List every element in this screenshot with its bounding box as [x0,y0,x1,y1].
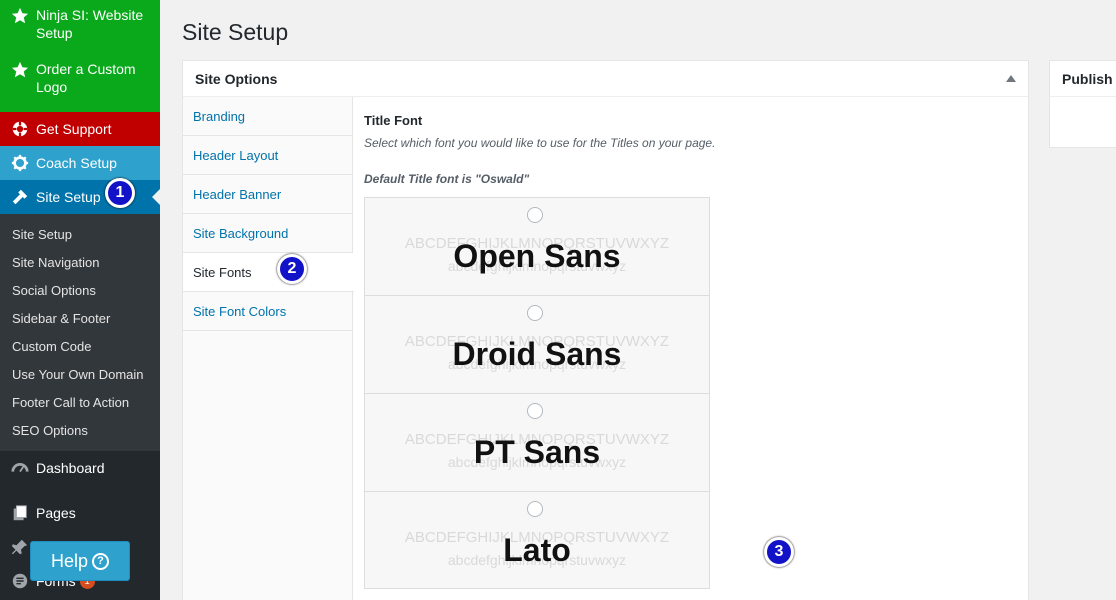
submenu-footer-call-to-action[interactable]: Footer Call to Action [0,389,160,417]
font-name: Droid Sans [452,336,622,372]
star-icon [10,6,30,26]
lifebuoy-icon [10,119,30,139]
tab-site-background[interactable]: Site Background [183,214,352,253]
submenu-site-navigation[interactable]: Site Navigation [0,249,160,277]
field-default-note: Default Title font is "Oswald" [364,172,530,186]
help-label: Help [50,550,89,571]
font-radio[interactable] [527,403,543,419]
submenu-seo-options[interactable]: SEO Options [0,417,160,445]
font-option-pt-sans[interactable]: ABCDEFGHIJKLMNOPQRSTUVWXYZ abcdefghijklm… [364,393,710,491]
options-tabs: Branding Header Layout Header Banner Sit… [183,97,354,600]
help-button[interactable]: Help ? [30,541,130,581]
field-title: Title Font [364,113,423,128]
submenu-custom-code[interactable]: Custom Code [0,333,160,361]
pages-icon [10,503,30,523]
menu-order-custom-logo[interactable]: Order a Custom Logo [0,52,160,112]
font-name: Lato [503,532,571,568]
page-title: Site Setup [182,19,289,45]
menu-pages[interactable]: Pages [0,496,160,530]
panel-title: Site Options [195,70,278,87]
tab-site-font-colors[interactable]: Site Font Colors [183,292,352,331]
submenu-use-your-own-domain[interactable]: Use Your Own Domain [0,361,160,389]
callout-1: 1 [105,178,135,208]
tab-content: Title Font Select which font you would l… [364,97,1028,589]
menu-dashboard[interactable]: Dashboard [0,451,160,485]
publish-header[interactable]: Publish [1050,61,1116,97]
publish-box: Publish [1049,60,1116,148]
tab-site-fonts[interactable]: Site Fonts [183,253,354,292]
menu-label: Dashboard [36,460,105,476]
menu-site-setup[interactable]: Site Setup [0,180,160,214]
tab-header-layout[interactable]: Header Layout [183,136,352,175]
font-name: PT Sans [473,434,601,470]
forms-icon [10,571,30,591]
menu-label: Ninja SI: Website Setup [36,7,144,41]
admin-sidebar: Ninja SI: Website Setup Order a Custom L… [0,0,160,600]
dashboard-icon [10,458,30,478]
tab-header-banner[interactable]: Header Banner [183,175,352,214]
font-radio[interactable] [527,207,543,223]
submenu-site-setup[interactable]: Site Setup [0,221,160,249]
font-option-open-sans[interactable]: ABCDEFGHIJKLMNOPQRSTUVWXYZ abcdefghijklm… [364,197,710,295]
pin-icon [10,537,30,557]
menu-coach-setup[interactable]: Coach Setup [0,146,160,180]
menu-get-support[interactable]: Get Support [0,112,160,146]
font-option-droid-sans[interactable]: ABCDEFGHIJKLMNOPQRSTUVWXYZ abcdefghijklm… [364,295,710,393]
gear-icon [10,153,30,173]
menu-ninja-website-setup[interactable]: Ninja SI: Website Setup [0,0,160,52]
font-radio[interactable] [527,501,543,517]
collapse-arrow-icon[interactable] [1006,75,1016,82]
menu-label: Get Support [36,121,112,137]
callout-3: 3 [764,537,794,567]
field-description: Select which font you would like to use … [364,136,716,150]
star-icon [10,60,30,80]
submenu-social-options[interactable]: Social Options [0,277,160,305]
hammer-icon [10,187,30,207]
site-setup-submenu: Site Setup Site Navigation Social Option… [0,214,160,451]
tab-branding[interactable]: Branding [183,97,352,136]
menu-label: Coach Setup [36,155,117,171]
submenu-sidebar-footer[interactable]: Sidebar & Footer [0,305,160,333]
panel-header[interactable]: Site Options [183,61,1028,97]
menu-label: Order a Custom Logo [36,61,136,95]
callout-2: 2 [277,254,307,284]
font-option-lato[interactable]: ABCDEFGHIJKLMNOPQRSTUVWXYZ abcdefghijklm… [364,491,710,589]
question-circle-icon: ? [92,552,110,570]
site-options-panel: Site Options Branding Header Layout Head… [182,60,1029,600]
font-option-list: ABCDEFGHIJKLMNOPQRSTUVWXYZ abcdefghijklm… [364,197,710,589]
font-name: Open Sans [453,238,621,274]
menu-label: Pages [36,505,76,521]
font-radio[interactable] [527,305,543,321]
menu-label: Site Setup [36,189,101,205]
